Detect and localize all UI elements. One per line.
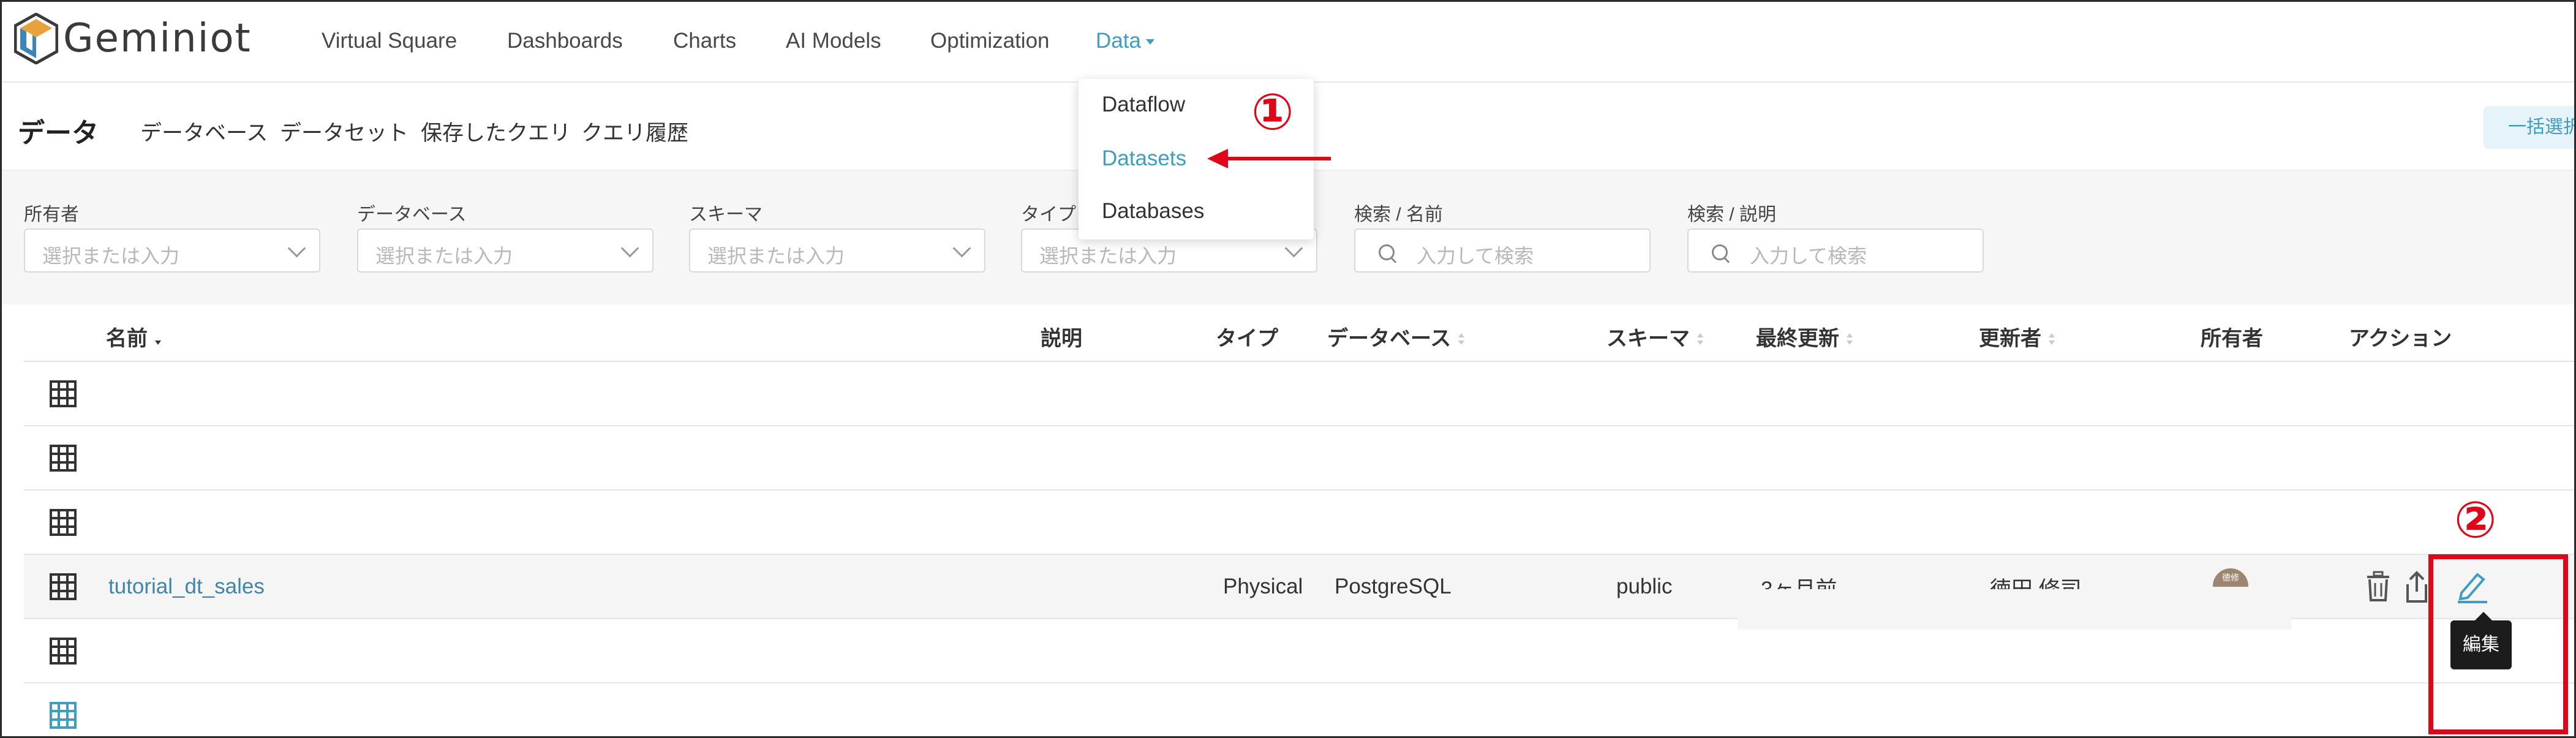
column-type: タイプ bbox=[1216, 327, 1278, 350]
owner-select[interactable]: 選択または入力 bbox=[24, 228, 320, 273]
dataset-schema: public bbox=[1616, 574, 1673, 598]
top-navbar: Geminiot Virtual Square Dashboards Chart… bbox=[2, 2, 2574, 83]
tab-databases[interactable]: データベース bbox=[140, 116, 268, 147]
column-schema[interactable]: スキーマ bbox=[1606, 322, 1703, 352]
annotation-step-1: ① bbox=[1251, 83, 1294, 141]
dataset-database: PostgreSQL bbox=[1335, 574, 1452, 598]
column-label: スキーマ bbox=[1606, 327, 1690, 350]
edit-tooltip: 編集 bbox=[2450, 612, 2512, 669]
filter-label: 検索 / 名前 bbox=[1354, 205, 1444, 225]
filter-label: 検索 / 説明 bbox=[1687, 205, 1777, 225]
placeholder: 選択または入力 bbox=[1039, 245, 1177, 267]
placeholder: 入力して検索 bbox=[1750, 245, 1867, 267]
placeholder: 入力して検索 bbox=[1417, 245, 1534, 267]
table-icon bbox=[50, 573, 77, 600]
nav-ai-models[interactable]: AI Models bbox=[786, 29, 881, 53]
tab-query-history[interactable]: クエリ履歴 bbox=[581, 116, 688, 147]
table-icon bbox=[50, 638, 77, 665]
dataset-type: Physical bbox=[1223, 574, 1303, 598]
filter-label: データベース bbox=[357, 205, 467, 225]
sort-icon bbox=[2049, 333, 2055, 347]
column-label: データベース bbox=[1327, 327, 1452, 350]
tab-datasets[interactable]: データセット bbox=[280, 116, 409, 147]
app-window: Geminiot Virtual Square Dashboards Chart… bbox=[0, 0, 2576, 738]
owner-avatar-initials: 徳修 bbox=[2222, 573, 2239, 582]
column-modified-by[interactable]: 更新者 bbox=[1979, 322, 2055, 352]
filter-label: スキーマ bbox=[689, 205, 763, 225]
tab-saved-queries[interactable]: 保存したクエリ bbox=[421, 116, 571, 147]
column-label: 名前 bbox=[106, 327, 148, 350]
nav-charts[interactable]: Charts bbox=[673, 29, 736, 53]
menu-item-databases[interactable]: Databases bbox=[1102, 199, 1204, 224]
search-description-input[interactable]: 入力して検索 bbox=[1687, 228, 1984, 273]
menu-item-datasets[interactable]: Datasets bbox=[1102, 146, 1186, 171]
table-row[interactable] bbox=[24, 491, 2574, 555]
chevron-down-icon bbox=[952, 239, 971, 258]
trash-icon[interactable] bbox=[2365, 571, 2392, 603]
filter-owner: 所有者 選択または入力 bbox=[24, 199, 320, 273]
sort-icon bbox=[1697, 333, 1703, 347]
nav-data-label: Data bbox=[1096, 29, 1141, 53]
filter-search-description: 検索 / 説明 入力して検索 bbox=[1687, 199, 1984, 273]
brand-logo[interactable]: Geminiot bbox=[14, 13, 252, 64]
chevron-down-icon bbox=[1284, 239, 1303, 258]
filter-label: 所有者 bbox=[24, 205, 79, 225]
filter-search-name: 検索 / 名前 入力して検索 bbox=[1354, 199, 1651, 273]
search-name-input[interactable]: 入力して検索 bbox=[1354, 228, 1651, 273]
column-label: 最終更新 bbox=[1756, 327, 1839, 350]
table-row[interactable] bbox=[24, 426, 2574, 491]
database-select[interactable]: 選択または入力 bbox=[357, 228, 653, 273]
dataset-name-link[interactable]: tutorial_dt_sales bbox=[108, 574, 265, 599]
nav-optimization[interactable]: Optimization bbox=[930, 29, 1050, 53]
sort-icon bbox=[155, 333, 161, 347]
search-icon bbox=[1379, 244, 1395, 260]
schema-select[interactable]: 選択または入力 bbox=[689, 228, 985, 273]
nav-data[interactable]: Data bbox=[1096, 29, 1154, 53]
table-icon bbox=[50, 445, 77, 472]
menu-item-dataflow[interactable]: Dataflow bbox=[1102, 92, 1185, 117]
brand-name: Geminiot bbox=[63, 16, 252, 61]
column-description: 説明 bbox=[1041, 327, 1082, 350]
placeholder: 選択または入力 bbox=[707, 245, 845, 267]
datasets-table: 名前 説明 タイプ データベース スキーマ 最終更新 更新者 所有者 アクション… bbox=[24, 306, 2574, 736]
filter-database: データベース 選択または入力 bbox=[357, 199, 653, 273]
nav-dashboards[interactable]: Dashboards bbox=[507, 29, 623, 53]
chevron-down-icon bbox=[620, 239, 639, 258]
table-row[interactable] bbox=[24, 362, 2574, 426]
placeholder: 選択または入力 bbox=[42, 245, 180, 267]
column-label: 更新者 bbox=[1979, 327, 2041, 350]
sort-icon bbox=[1847, 333, 1853, 347]
table-row[interactable] bbox=[24, 683, 2574, 736]
column-owner: 所有者 bbox=[2201, 327, 2263, 350]
annotation-arrow-head bbox=[1207, 149, 1228, 168]
table-icon bbox=[50, 380, 77, 407]
column-actions: アクション bbox=[2349, 327, 2452, 350]
placeholder: 選択または入力 bbox=[375, 245, 513, 267]
nav-virtual-square[interactable]: Virtual Square bbox=[322, 29, 457, 53]
search-icon bbox=[1712, 244, 1728, 260]
export-icon[interactable] bbox=[2403, 570, 2431, 604]
table-icon bbox=[50, 509, 77, 536]
chevron-down-icon bbox=[287, 239, 306, 258]
column-database[interactable]: データベース bbox=[1327, 322, 1465, 352]
column-name[interactable]: 名前 bbox=[106, 322, 161, 352]
caret-down-icon bbox=[1145, 39, 1154, 45]
table-header: 名前 説明 タイプ データベース スキーマ 最終更新 更新者 所有者 アクション bbox=[24, 306, 2574, 362]
column-last-modified[interactable]: 最終更新 bbox=[1756, 322, 1853, 352]
annotation-step-2: ② bbox=[2454, 491, 2497, 549]
sort-icon bbox=[1458, 333, 1465, 347]
geminiot-logo-icon bbox=[14, 13, 58, 64]
filter-schema: スキーマ 選択または入力 bbox=[689, 199, 985, 273]
obscured-area bbox=[1738, 596, 2291, 630]
table-icon-selected bbox=[50, 702, 77, 729]
annotation-arrow-line bbox=[1227, 157, 1331, 160]
bulk-select-button[interactable]: 一括選択 bbox=[2484, 106, 2574, 149]
page-title: データ bbox=[18, 118, 99, 148]
